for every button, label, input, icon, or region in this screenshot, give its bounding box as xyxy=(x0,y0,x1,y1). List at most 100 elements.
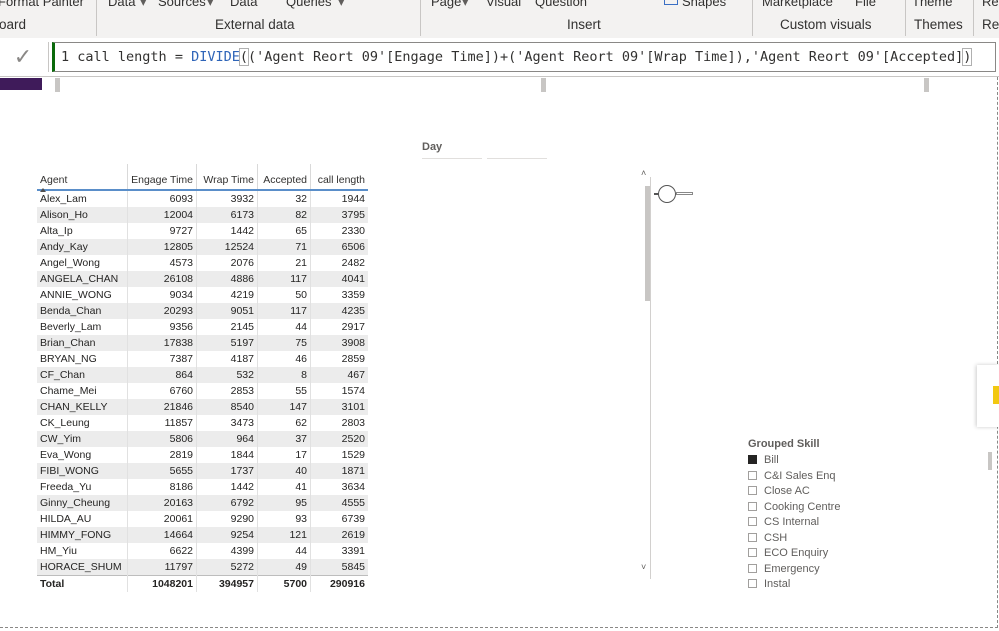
table-row[interactable]: Angel_Wong 4573 2076 21 2482 xyxy=(37,255,368,271)
table-row[interactable]: Benda_Chan 20293 9051 117 4235 xyxy=(37,303,368,319)
checkbox-icon[interactable] xyxy=(748,470,757,480)
table-row[interactable]: Eva_Wong 2819 1844 17 1529 xyxy=(37,447,368,463)
table-row[interactable]: ANGELA_CHAN 26108 4886 117 4041 xyxy=(37,271,368,287)
checkbox-checked-icon[interactable] xyxy=(748,455,757,464)
table-row[interactable]: CK_Leung 11857 3473 62 2803 xyxy=(37,415,368,431)
ribbon-item-re[interactable]: Re xyxy=(982,0,999,9)
table-row[interactable]: HORACE_SHUM 11797 5272 49 5845 xyxy=(37,559,368,576)
resize-handle[interactable] xyxy=(924,78,929,92)
group-label-external-data: External data xyxy=(215,17,295,32)
edit-queries-button[interactable]: Queries xyxy=(286,0,332,9)
checkbox-icon[interactable] xyxy=(748,579,757,588)
column-header-wrap-time[interactable]: Wrap Time xyxy=(196,164,258,191)
switch-theme-button[interactable]: Theme xyxy=(912,0,952,9)
table-cell-call-length: 3634 xyxy=(310,479,368,495)
table-cell-engage-time: 20061 xyxy=(127,511,197,527)
recent-sources-button[interactable]: Sources xyxy=(158,0,206,9)
ribbon-separator xyxy=(973,0,974,36)
slicer-item[interactable]: ECO Enquiry xyxy=(748,546,840,562)
table-cell-call-length: 3359 xyxy=(310,287,368,303)
day-slicer-input-end[interactable] xyxy=(487,158,547,159)
table-row[interactable]: Beverly_Lam 9356 2145 44 2917 xyxy=(37,319,368,335)
table-row[interactable]: Ginny_Cheung 20163 6792 95 4555 xyxy=(37,495,368,511)
from-file-button[interactable]: File xyxy=(855,0,876,9)
checkbox-icon[interactable] xyxy=(748,486,757,495)
table-row[interactable]: CW_Yim 5806 964 37 2520 xyxy=(37,431,368,447)
get-data-button[interactable]: Data xyxy=(108,0,135,9)
column-header-accepted[interactable]: Accepted xyxy=(257,164,311,191)
table-row[interactable]: FIBI_WONG 5655 1737 40 1871 xyxy=(37,463,368,479)
day-slicer-input-start[interactable] xyxy=(422,158,482,159)
slicer-item[interactable]: Close AC xyxy=(748,484,840,500)
table-cell-call-length: 3391 xyxy=(310,543,368,559)
slicer-item-label: CS Internal xyxy=(764,516,820,528)
column-header-engage-time[interactable]: Engage Time xyxy=(127,164,197,191)
column-header-call-length[interactable]: call length xyxy=(310,164,368,191)
slider-handle-icon[interactable] xyxy=(658,185,676,203)
table-row[interactable]: Alta_Ip 9727 1442 65 2330 xyxy=(37,223,368,239)
table-cell-call-length: 6739 xyxy=(310,511,368,527)
table-row[interactable]: CHAN_KELLY 21846 8540 147 3101 xyxy=(37,399,368,415)
table-row[interactable]: Chame_Mei 6760 2853 55 1574 xyxy=(37,383,368,399)
resize-handle[interactable] xyxy=(988,452,992,470)
table-cell-accepted: 95 xyxy=(257,495,311,511)
table-cell-call-length: 2482 xyxy=(310,255,368,271)
slicer-item[interactable]: CSH xyxy=(748,531,840,547)
table-row[interactable]: ANNIE_WONG 9034 4219 50 3359 xyxy=(37,287,368,303)
checkbox-icon[interactable] xyxy=(748,532,757,542)
dax-formula-input[interactable]: 1 call length = DIVIDE(('Agent Reort 09'… xyxy=(52,42,996,72)
resize-handle[interactable] xyxy=(55,78,60,92)
table-row[interactable]: Andy_Kay 12805 12524 71 6506 xyxy=(37,239,368,255)
ask-question-button[interactable]: Question xyxy=(535,0,587,9)
format-painter-button[interactable]: Format Painter xyxy=(0,0,84,9)
checkbox-icon[interactable] xyxy=(748,501,757,511)
table-row[interactable]: Freeda_Yu 8186 1442 41 3634 xyxy=(37,479,368,495)
table-row[interactable]: Brian_Chan 17838 5197 75 3908 xyxy=(37,335,368,351)
table-cell-accepted: 121 xyxy=(257,527,311,543)
slicer-item[interactable]: Bill xyxy=(748,453,840,469)
table-cell-agent: Benda_Chan xyxy=(37,303,128,319)
table-cell-accepted: 55 xyxy=(257,383,311,399)
table-cell-accepted: 49 xyxy=(257,559,311,576)
formula-bar: ✓ 1 call length = DIVIDE(('Agent Reort 0… xyxy=(0,38,999,77)
new-visual-button[interactable]: Visual xyxy=(486,0,521,9)
enter-data-button[interactable]: Data xyxy=(230,0,257,9)
table-row[interactable]: BRYAN_NG 7387 4187 46 2859 xyxy=(37,351,368,367)
close-paren: ) xyxy=(962,48,973,66)
table-cell-engage-time: 6093 xyxy=(127,190,197,207)
checkbox-icon[interactable] xyxy=(748,563,757,573)
table-cell-accepted: 65 xyxy=(257,223,311,239)
slicer-item[interactable]: Emergency xyxy=(748,562,840,578)
marketplace-button[interactable]: Marketplace xyxy=(762,0,833,9)
checkbox-icon[interactable] xyxy=(748,548,757,557)
slider-track[interactable] xyxy=(676,192,693,195)
ribbon-separator xyxy=(96,0,97,36)
slicer-item[interactable]: CS Internal xyxy=(748,515,840,531)
sort-ascending-icon[interactable] xyxy=(40,188,46,192)
slicer-item-label: Emergency xyxy=(764,562,820,575)
table-row[interactable]: Alex_Lam 6093 3932 32 1944 xyxy=(37,190,368,207)
table-cell-call-length: 467 xyxy=(310,367,368,383)
table-cell-agent: BRYAN_NG xyxy=(40,353,97,365)
table-cell-engage-time: 9356 xyxy=(127,319,197,335)
table-cell-agent: HILDA_AU xyxy=(40,513,92,525)
table-row[interactable]: CF_Chan 864 532 8 467 xyxy=(37,367,368,383)
scroll-down-icon[interactable]: ˅ xyxy=(641,562,646,572)
shapes-button[interactable]: Shapes xyxy=(682,0,726,9)
commit-check-icon[interactable]: ✓ xyxy=(8,42,38,72)
slicer-item[interactable]: Instal xyxy=(748,577,840,593)
scroll-up-icon[interactable]: ˄ xyxy=(641,168,646,178)
slicer-item[interactable]: C&I Sales Enq xyxy=(748,469,840,485)
table-row[interactable]: HIMMY_FONG 14664 9254 121 2619 xyxy=(37,527,368,543)
table-cell-accepted: 17 xyxy=(257,447,311,463)
group-label-insert: Insert xyxy=(567,17,601,32)
table-row[interactable]: HILDA_AU 20061 9290 93 6739 xyxy=(37,511,368,527)
slicer-item[interactable]: Cooking Centre xyxy=(748,500,840,516)
group-label-re: Re xyxy=(982,17,999,32)
table-row[interactable]: HM_Yiu 6622 4399 44 3391 xyxy=(37,543,368,559)
table-row[interactable]: Alison_Ho 12004 6173 82 3795 xyxy=(37,207,368,223)
checkbox-icon[interactable] xyxy=(748,517,757,526)
resize-handle[interactable] xyxy=(541,78,546,92)
new-page-button[interactable]: Page xyxy=(431,0,461,9)
column-header-agent[interactable]: Agent xyxy=(37,164,128,192)
